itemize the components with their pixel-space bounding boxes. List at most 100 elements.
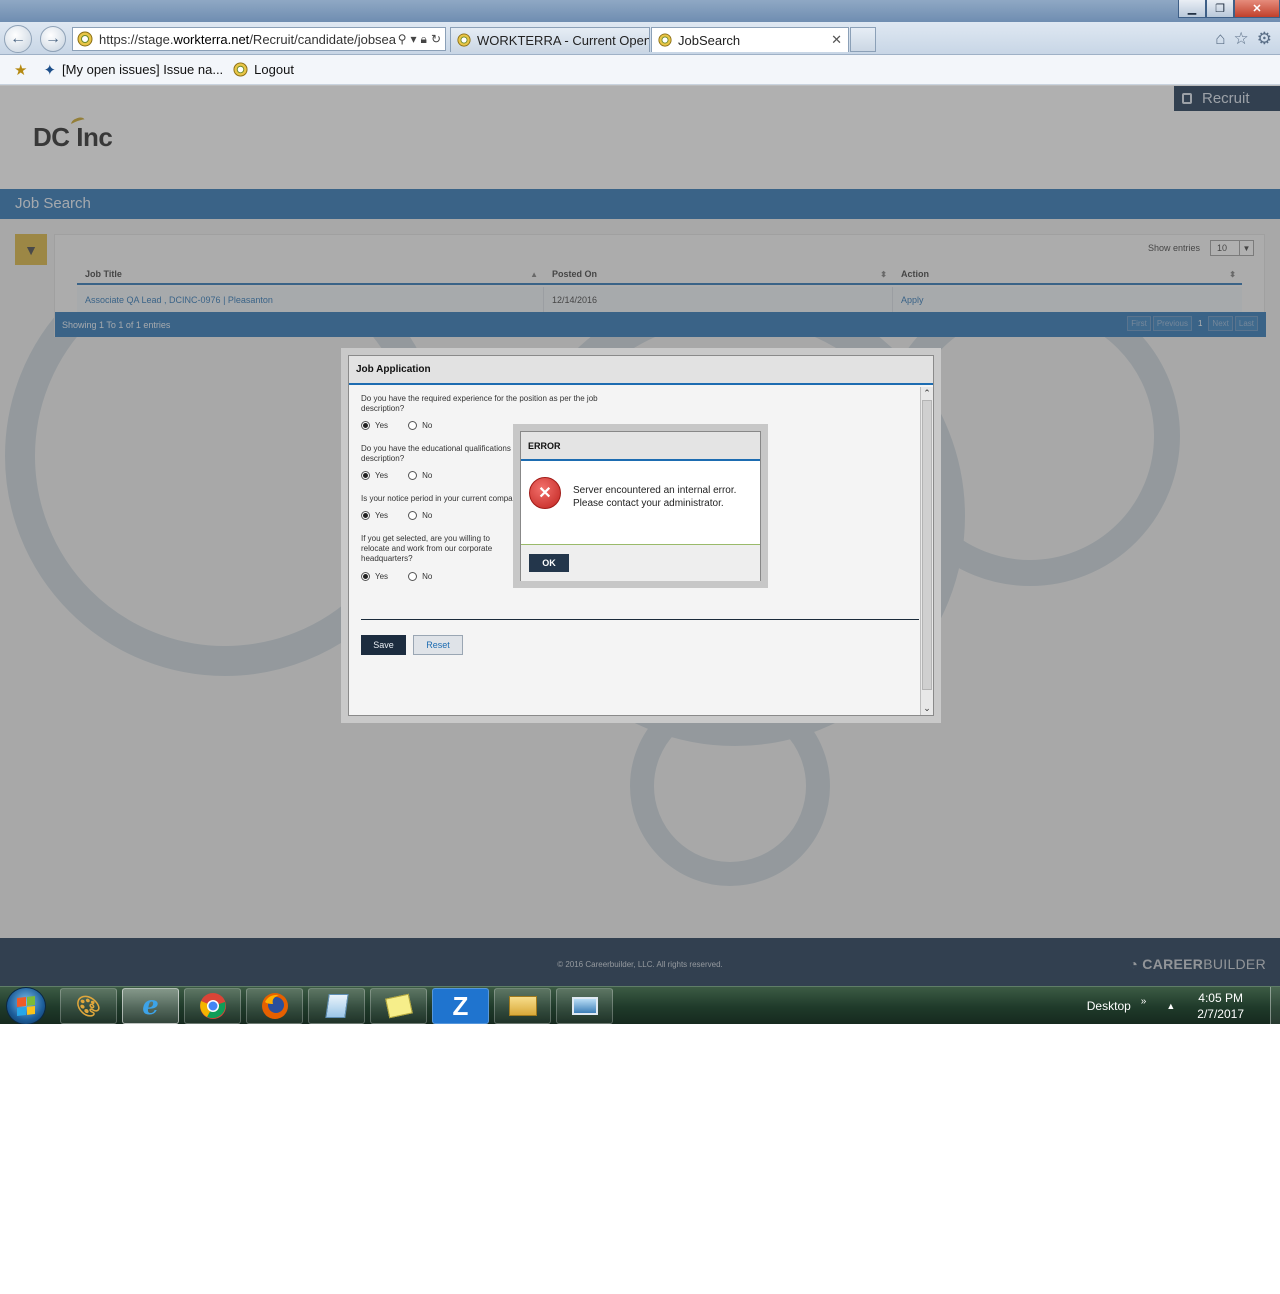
- address-url: https://stage.workterra.net/Recruit/cand…: [99, 32, 398, 47]
- zoom-icon[interactable]: Z: [432, 988, 489, 1024]
- show-hidden-icons-arrow-icon[interactable]: ▲: [1166, 1001, 1175, 1011]
- windows-taskbar: 🎨︎ e Z Desktop » ▲ 4:05 PM 2/7/2017: [0, 986, 1280, 1024]
- palette-glyph-icon: 🎨︎: [75, 995, 102, 1018]
- close-tab-icon[interactable]: ✕: [823, 32, 842, 48]
- error-panel: ERROR ✕ Server encountered an internal e…: [520, 431, 761, 581]
- radio-dot: [408, 471, 418, 480]
- site-favicon-icon: [233, 62, 248, 77]
- radio-no[interactable]: No: [408, 471, 432, 480]
- dropdown-caret-icon[interactable]: ▾: [411, 32, 417, 47]
- radio-no[interactable]: No: [408, 511, 432, 520]
- reset-button[interactable]: Reset: [413, 635, 463, 655]
- modal-title: Job Application: [349, 356, 933, 385]
- save-button[interactable]: Save: [361, 635, 406, 655]
- firefox-icon[interactable]: [246, 988, 303, 1024]
- chrome-icon[interactable]: [184, 988, 241, 1024]
- radio-label: No: [422, 572, 433, 581]
- minimize-button[interactable]: ▁: [1178, 0, 1206, 18]
- radio-yes[interactable]: Yes: [361, 511, 388, 520]
- question-text: Do you have the educational qualificatio…: [361, 444, 518, 463]
- paint-icon[interactable]: 🎨︎: [60, 988, 117, 1024]
- tab-label: JobSearch: [678, 32, 741, 48]
- show-desktop-button[interactable]: [1270, 987, 1280, 1024]
- forward-button[interactable]: →: [40, 26, 66, 52]
- site-favicon-icon: [457, 33, 471, 47]
- error-message: Server encountered an internal error. Pl…: [573, 485, 737, 509]
- sticky-notes-icon[interactable]: [370, 988, 427, 1024]
- z-glyph-icon: Z: [452, 990, 469, 1021]
- radio-yes[interactable]: Yes: [361, 471, 388, 480]
- ie-glyph-icon: e: [142, 991, 159, 1021]
- notepad-icon[interactable]: [308, 988, 365, 1024]
- address-tools: ⚲ ▾ 🔒︎ ↻: [398, 32, 445, 47]
- tab-workterra[interactable]: WORKTERRA - Current Openin...: [450, 27, 650, 52]
- tab-jobsearch[interactable]: JobSearch ✕: [651, 27, 849, 52]
- remote-desktop-icon[interactable]: [556, 988, 613, 1024]
- error-x-icon: ✕: [529, 477, 561, 509]
- start-button[interactable]: [6, 987, 46, 1024]
- ok-button[interactable]: OK: [529, 554, 569, 572]
- scrollbar-thumb[interactable]: [922, 400, 932, 690]
- radio-dot: [361, 421, 370, 430]
- screen: ▁ ❐ ✕ ← → https://stage.workterra.net/Re…: [0, 0, 1280, 1024]
- error-dialog: ERROR ✕ Server encountered an internal e…: [513, 424, 768, 588]
- clock-date: 2/7/2017: [1197, 1007, 1244, 1021]
- clock-time: 4:05 PM: [1198, 991, 1243, 1005]
- chevron-double-right-icon[interactable]: »: [1141, 996, 1147, 1007]
- site-favicon-icon: [658, 33, 672, 47]
- chevron-up-icon[interactable]: ⌃: [921, 387, 933, 400]
- arrow-right-icon: →: [45, 30, 61, 47]
- new-tab-button[interactable]: [850, 27, 876, 52]
- radio-dot: [408, 572, 418, 581]
- question-text: Is your notice period in your current co…: [361, 494, 513, 503]
- modal-scrollbar[interactable]: ⌃ ⌄: [920, 387, 933, 715]
- refresh-icon[interactable]: ↻: [431, 32, 441, 47]
- back-button[interactable]: ←: [4, 25, 32, 53]
- clock[interactable]: 4:05 PM 2/7/2017: [1197, 990, 1244, 1022]
- tab-label: WORKTERRA - Current Openin...: [477, 32, 650, 48]
- radio-dot: [361, 471, 370, 480]
- favorite-item-logout[interactable]: Logout: [233, 62, 294, 77]
- radio-label: No: [422, 511, 433, 520]
- chevron-down-icon[interactable]: ⌄: [921, 702, 933, 715]
- close-window-button[interactable]: ✕: [1234, 0, 1280, 18]
- radio-label: Yes: [375, 421, 389, 430]
- question-4-options: Yes No: [361, 572, 432, 581]
- sticky-note-glyph-icon: [384, 993, 413, 1019]
- settings-gear-icon[interactable]: ⚙: [1257, 29, 1272, 49]
- radio-yes[interactable]: Yes: [361, 572, 388, 581]
- url-prefix: https://stage.: [99, 31, 174, 47]
- internet-explorer-icon[interactable]: e: [122, 988, 179, 1024]
- file-explorer-icon[interactable]: [494, 988, 551, 1024]
- radio-label: Yes: [375, 572, 389, 581]
- system-tray: Desktop » ▲ 4:05 PM 2/7/2017: [1087, 987, 1280, 1024]
- site-favicon-icon: [77, 31, 93, 47]
- radio-dot: [361, 511, 370, 520]
- radio-yes[interactable]: Yes: [361, 421, 388, 430]
- error-footer: OK: [521, 544, 760, 581]
- radio-no[interactable]: No: [408, 572, 432, 581]
- radio-label: No: [422, 421, 433, 430]
- notepad-glyph-icon: [324, 994, 349, 1018]
- desktop-toolbar-label[interactable]: Desktop: [1087, 999, 1131, 1013]
- search-icon[interactable]: ⚲: [398, 32, 407, 47]
- question-text: Do you have the required experience for …: [361, 394, 598, 413]
- favorite-label: Logout: [254, 62, 294, 77]
- favorites-star-add-icon[interactable]: ★: [14, 61, 27, 79]
- favorite-label: [My open issues] Issue na...: [62, 62, 224, 77]
- arrow-left-icon: ←: [10, 30, 26, 47]
- question-2-options: Yes No: [361, 471, 432, 480]
- radio-no[interactable]: No: [408, 421, 432, 430]
- favorites-star-icon[interactable]: ☆: [1234, 29, 1249, 49]
- url-domain: workterra.net: [173, 31, 250, 47]
- address-bar[interactable]: https://stage.workterra.net/Recruit/cand…: [72, 27, 446, 51]
- radio-dot: [361, 572, 370, 581]
- favorite-item-open-issues[interactable]: ✦ [My open issues] Issue na...: [43, 61, 223, 79]
- question-text: If you get selected, are you willing to …: [361, 534, 493, 563]
- monitor-glyph-icon: [571, 997, 598, 1015]
- url-path: /Recruit/candidate/jobsea: [249, 31, 397, 47]
- lock-icon[interactable]: 🔒︎: [421, 32, 427, 47]
- restore-button[interactable]: ❐: [1206, 0, 1234, 18]
- firefox-glyph-icon: [261, 993, 288, 1019]
- home-icon[interactable]: ⌂: [1215, 29, 1225, 49]
